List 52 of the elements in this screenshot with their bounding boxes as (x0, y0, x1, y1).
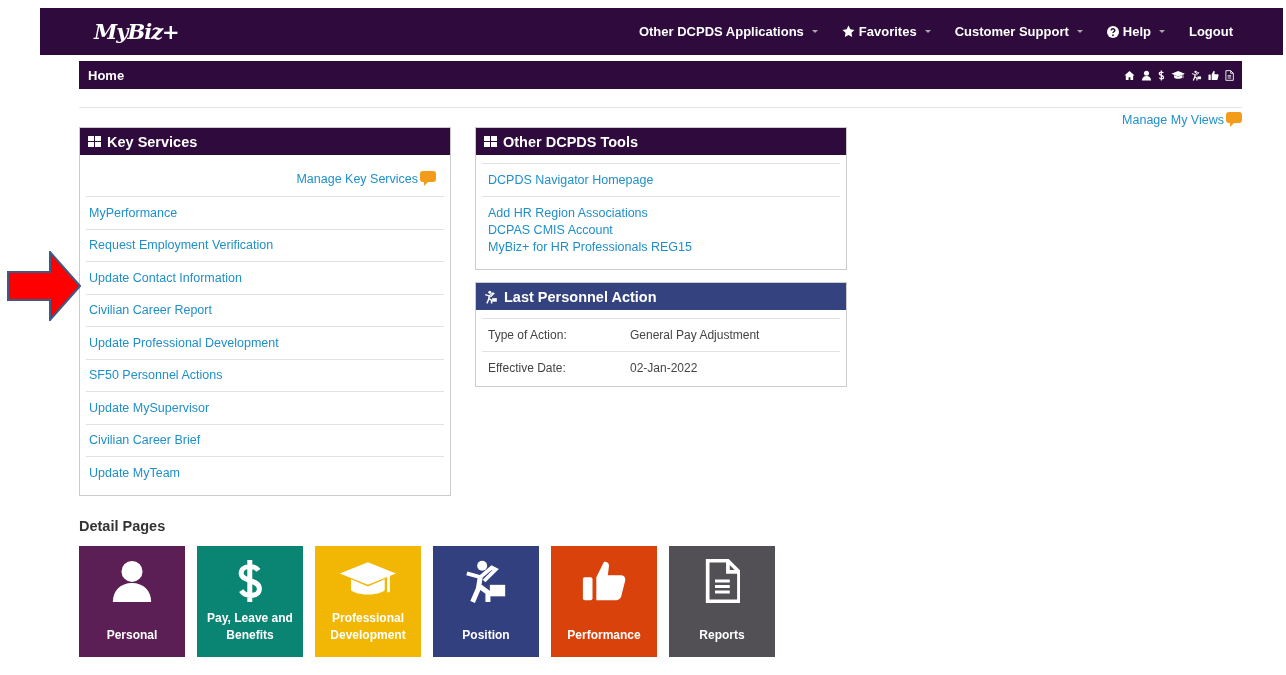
service-link[interactable]: Update Contact Information (89, 270, 242, 285)
detail-page-tile[interactable]: Reports (669, 545, 775, 657)
person-icon (1141, 69, 1153, 81)
manage-views-link[interactable]: Manage My Views (1122, 112, 1224, 127)
service-link[interactable]: Civilian Career Report (89, 303, 212, 318)
panel-title: Key Services (107, 133, 198, 150)
tool-link[interactable]: DCPDS Navigator Homepage (488, 172, 834, 188)
service-link[interactable]: Update MyTeam (89, 465, 180, 480)
field-value: General Pay Adjustment (630, 328, 760, 342)
document-icon (1225, 69, 1234, 81)
star-icon (841, 25, 855, 38)
page-title: Home (88, 67, 125, 83)
field-label: Type of Action: (488, 328, 568, 342)
tool-link[interactable]: DCPAS CMIS Account (488, 222, 834, 238)
panel-title: Other DCPDS Tools (503, 133, 639, 150)
worker-icon (1191, 69, 1203, 81)
tip-bubble-icon (420, 171, 436, 186)
service-link[interactable]: SF50 Personnel Actions (89, 368, 223, 383)
detail-page-tile[interactable]: Performance (551, 545, 657, 657)
field-value: 02-Jan-2022 (630, 361, 698, 375)
nav-menu[interactable]: Customer Support (954, 24, 1083, 39)
dollar-icon (236, 557, 264, 604)
worker-icon (484, 289, 498, 304)
arrow-icon (7, 251, 81, 321)
home-icon[interactable] (1124, 69, 1136, 81)
grid-icon (88, 136, 101, 147)
thumbs-up-icon (1208, 69, 1220, 81)
tool-link[interactable]: MyBiz+ for HR Professionals REG15 (488, 239, 834, 255)
nav-menu[interactable]: Favorites (841, 24, 931, 39)
service-link[interactable]: Update Professional Development (89, 335, 279, 350)
grid-icon (484, 136, 497, 147)
nav-menu[interactable]: Help (1106, 24, 1165, 39)
panel-title: Last Personnel Action (504, 288, 657, 305)
section-title: Detail Pages (79, 517, 167, 534)
detail-page-tile[interactable]: Position (433, 545, 539, 657)
field-label: Effective Date: (488, 361, 567, 375)
detail-page-tile[interactable]: Personal (79, 545, 185, 657)
service-link[interactable]: Update MySupervisor (89, 400, 210, 415)
help-icon (1106, 25, 1119, 38)
tip-bubble-icon (1226, 112, 1242, 127)
manage-key-services-link[interactable]: Manage Key Services (296, 171, 418, 186)
logo[interactable]: MyBiz+ (94, 19, 179, 44)
service-link[interactable]: Request Employment Verification (89, 238, 274, 253)
service-link[interactable]: Civilian Career Brief (89, 433, 201, 448)
tool-link[interactable]: Add HR Region Associations (488, 205, 834, 221)
detail-page-tile[interactable]: Pay, Leave and Benefits (197, 545, 303, 657)
graduation-cap-icon (1170, 69, 1186, 81)
nav-menu[interactable]: Other DCPDS Applications (638, 24, 818, 39)
dollar-icon (1158, 69, 1165, 81)
service-link[interactable]: MyPerformance (89, 205, 178, 220)
nav-link[interactable]: Logout (1188, 24, 1233, 39)
document-icon (703, 557, 741, 604)
